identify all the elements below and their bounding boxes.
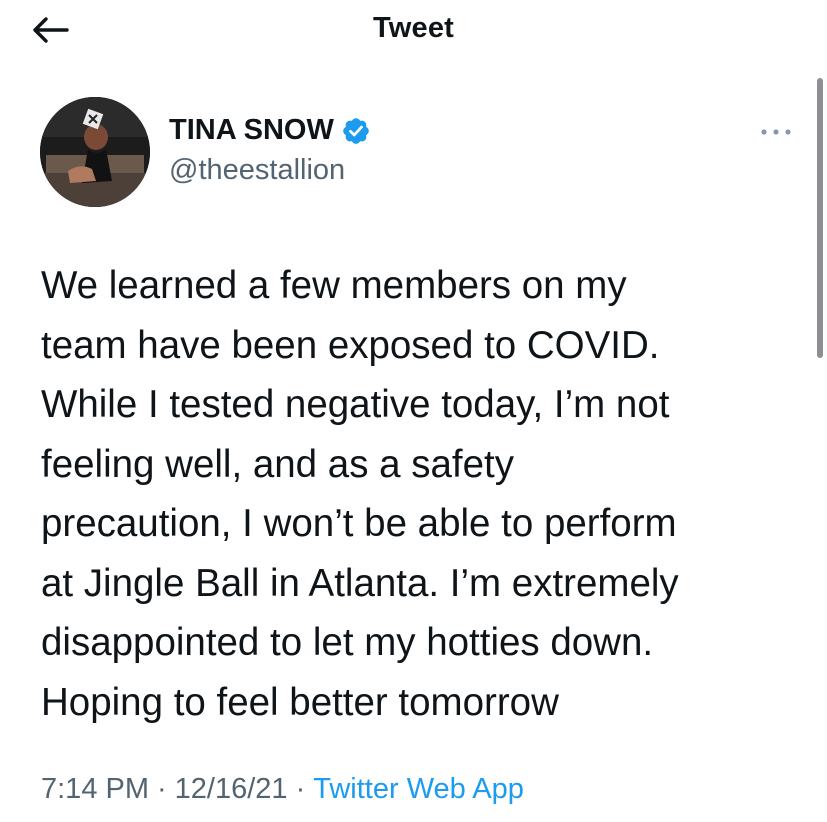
author-name[interactable]: TINA SNOW <box>169 114 334 147</box>
tweet-time[interactable]: 7:14 PM <box>41 773 149 805</box>
more-horizontal-icon <box>761 129 791 135</box>
tweet-author: TINA SNOW @theestallion <box>40 97 800 209</box>
page-title: Tweet <box>372 12 455 44</box>
verified-badge-icon <box>341 116 371 146</box>
meta-separator: · <box>157 773 167 805</box>
meta-separator: · <box>295 773 306 805</box>
more-button[interactable] <box>752 117 800 147</box>
tweet-meta: 7:14 PM · 12/16/21 · Twitter Web App <box>41 773 524 806</box>
author-name-row: TINA SNOW <box>169 114 371 147</box>
tweet-date[interactable]: 12/16/21 <box>175 773 288 805</box>
tweet-source-link[interactable]: Twitter Web App <box>313 773 524 805</box>
author-handle[interactable]: @theestallion <box>169 154 345 187</box>
avatar[interactable] <box>40 97 150 207</box>
top-bar: Tweet <box>0 0 827 60</box>
tweet-page: Tweet TINA SNOW @theestallion We learned… <box>0 0 827 822</box>
tweet-text: We learned a few members on my team have… <box>41 264 679 724</box>
scrollbar[interactable] <box>817 78 823 358</box>
